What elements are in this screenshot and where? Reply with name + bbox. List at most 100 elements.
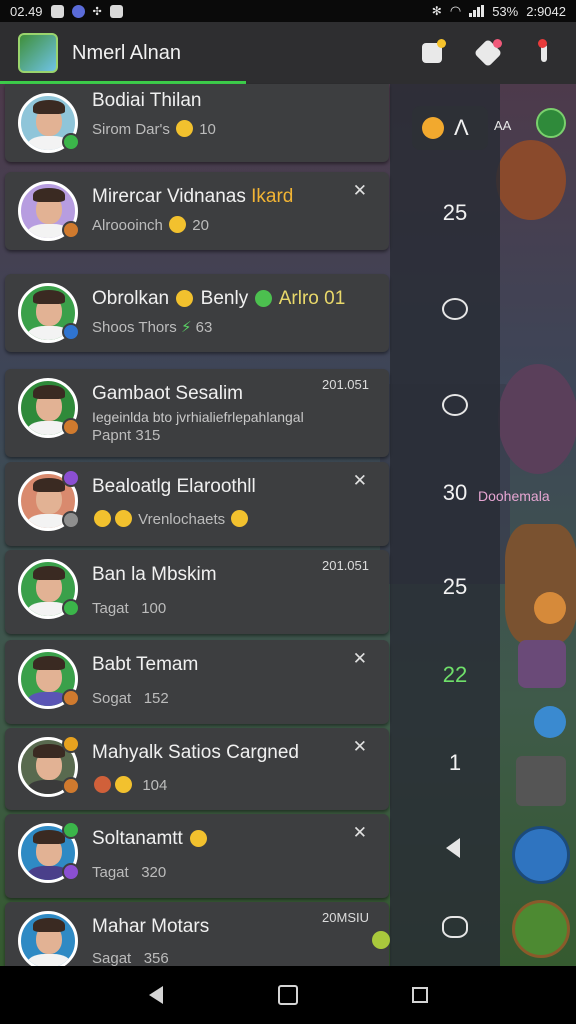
chat-name: Bealoatlg Elaroothll — [92, 476, 256, 497]
chat-item[interactable]: Bodiai Thilan Sirom Dar's 10 — [5, 84, 389, 162]
back-button[interactable] — [144, 983, 168, 1007]
reaction-chip[interactable]: Ʌ — [412, 106, 488, 150]
chat-item[interactable]: Mirercar Vidnanas Ikard Alroooinch 20 ✕ — [5, 172, 389, 250]
emoji-icon — [422, 117, 444, 139]
recents-icon — [412, 987, 428, 1003]
chat-count: 100 — [141, 600, 167, 617]
chat-name: Mirercar Vidnanas Ikard — [92, 186, 293, 208]
chat-subtitle: Tagat 320 — [92, 864, 166, 881]
close-icon[interactable]: ✕ — [353, 649, 367, 669]
chat-count: 10 — [199, 121, 216, 138]
play-icon[interactable] — [446, 838, 460, 858]
chat-name: Ban la Mbskim — [92, 564, 217, 585]
side-count: 1 — [448, 750, 462, 775]
chat-subtitle: Shoos Thors ⚡ 63 — [92, 318, 212, 336]
link-icon[interactable] — [442, 298, 468, 320]
chat-count: 20 — [192, 217, 209, 234]
chat-name: Mahyalk Satios Cargned — [92, 742, 299, 763]
chat-name-highlight: Ikard — [251, 186, 294, 207]
skill-button-blue[interactable] — [512, 826, 570, 884]
emoji-icon — [94, 776, 111, 793]
online-badge — [62, 599, 80, 617]
status-badge — [62, 689, 80, 707]
reaction-chip-text: Ʌ — [454, 115, 469, 140]
chat-subtitle: Sirom Dar's 10 — [92, 120, 216, 138]
puzzle-button[interactable] — [418, 39, 446, 67]
timestamp: 201.051 — [322, 558, 369, 573]
emoji-icon — [94, 510, 111, 527]
chat-item[interactable]: Gambaot Sesalim Iegeinlda bto jvrhialief… — [5, 369, 389, 457]
chat-subtitle: Tagat 100 — [92, 600, 166, 617]
emoji-icon — [169, 216, 187, 233]
chat-item[interactable]: Babt Temam Sogat 152 ✕ — [5, 640, 389, 724]
chat-count: 356 — [143, 950, 169, 967]
chat-bubble-icon[interactable] — [442, 394, 468, 416]
game-character-middle — [498, 364, 576, 474]
group-avatar[interactable] — [18, 33, 58, 73]
game-button-item[interactable] — [518, 640, 566, 688]
game-button-orange[interactable] — [534, 592, 566, 624]
recents-button[interactable] — [408, 983, 432, 1007]
avatar-hair — [33, 744, 65, 758]
emoji-icon — [115, 776, 132, 793]
chat-subtitle: Sagat 356 — [92, 950, 169, 967]
chat-name-text: Mirercar Vidnanas — [92, 186, 246, 207]
chat-item[interactable]: Mahyalk Satios Cargned 104 ✕ — [5, 728, 389, 810]
chat-item[interactable]: Mahar Motars Sagat 356 20MSIU — [5, 902, 389, 971]
close-icon[interactable]: ✕ — [353, 823, 367, 843]
unread-dot — [372, 931, 390, 949]
back-icon — [149, 986, 163, 1004]
leaf-button[interactable] — [536, 108, 566, 138]
battery-text: 53% — [492, 3, 519, 19]
chat-subtitle-text: Vrenlochaets — [138, 511, 226, 528]
emoji-icon — [176, 290, 194, 307]
chat-count: 104 — [142, 777, 168, 794]
side-count-highlight: 22 — [442, 662, 468, 687]
avatar-hair — [33, 478, 65, 492]
chat-subtitle: Papnt 315 — [92, 427, 161, 444]
status-time-right: 2:9042 — [526, 3, 566, 19]
side-count: 25 — [442, 200, 468, 225]
tag-button[interactable] — [473, 38, 503, 68]
notification-dot — [437, 39, 446, 48]
emoji-icon — [176, 120, 194, 137]
chat-item[interactable]: Bealoatlg Elaroothll Vrenlochaets ✕ — [5, 462, 389, 546]
pin-button[interactable] — [530, 39, 558, 67]
timestamp: 201.051 — [322, 377, 369, 392]
home-icon — [278, 985, 298, 1005]
avatar-hair — [33, 830, 65, 844]
app-notification-icon — [71, 4, 85, 18]
notification-dot — [493, 39, 502, 48]
chat-item[interactable]: Soltanamtt Tagat 320 ✕ — [5, 814, 389, 898]
avatar-hair — [33, 290, 65, 304]
status-badge — [62, 821, 80, 839]
sync-icon: ✣ — [92, 5, 102, 18]
status-badge — [62, 418, 80, 436]
home-button[interactable] — [276, 983, 300, 1007]
chat-item[interactable]: Ban la Mbskim Tagat 100 201.051 — [5, 550, 389, 634]
avatar-hair — [33, 188, 65, 202]
avatar-hair — [33, 918, 65, 932]
status-badge — [62, 777, 80, 795]
avatar-hair — [33, 385, 65, 399]
chat-name: Bodiai Thilan — [92, 90, 202, 111]
chat-subtitle-text: Shoos Thors — [92, 319, 177, 336]
notification-icon — [50, 4, 64, 18]
navigation-bar — [0, 966, 576, 1024]
chat-name-text: Soltanamtt — [92, 828, 183, 849]
avatar-hair — [33, 566, 65, 580]
skill-button-green[interactable] — [512, 900, 570, 958]
sword-button[interactable] — [516, 756, 566, 806]
chat-item[interactable]: Obrolkan Benly Arlro 01 Shoos Thors ⚡ 63 — [5, 274, 389, 352]
settings-icon[interactable] — [442, 916, 468, 938]
chat-subtitle: 104 — [92, 776, 167, 794]
chat-subtitle: Sogat 152 — [92, 690, 169, 707]
page-title: Nmerl Alnan — [72, 41, 181, 64]
side-count: 25 — [442, 574, 468, 599]
game-button-blue[interactable] — [534, 706, 566, 738]
chat-subtitle-text: Tagat — [92, 600, 129, 617]
close-icon[interactable]: ✕ — [353, 471, 367, 491]
status-badge — [62, 469, 80, 487]
close-icon[interactable]: ✕ — [353, 181, 367, 201]
close-icon[interactable]: ✕ — [353, 737, 367, 757]
